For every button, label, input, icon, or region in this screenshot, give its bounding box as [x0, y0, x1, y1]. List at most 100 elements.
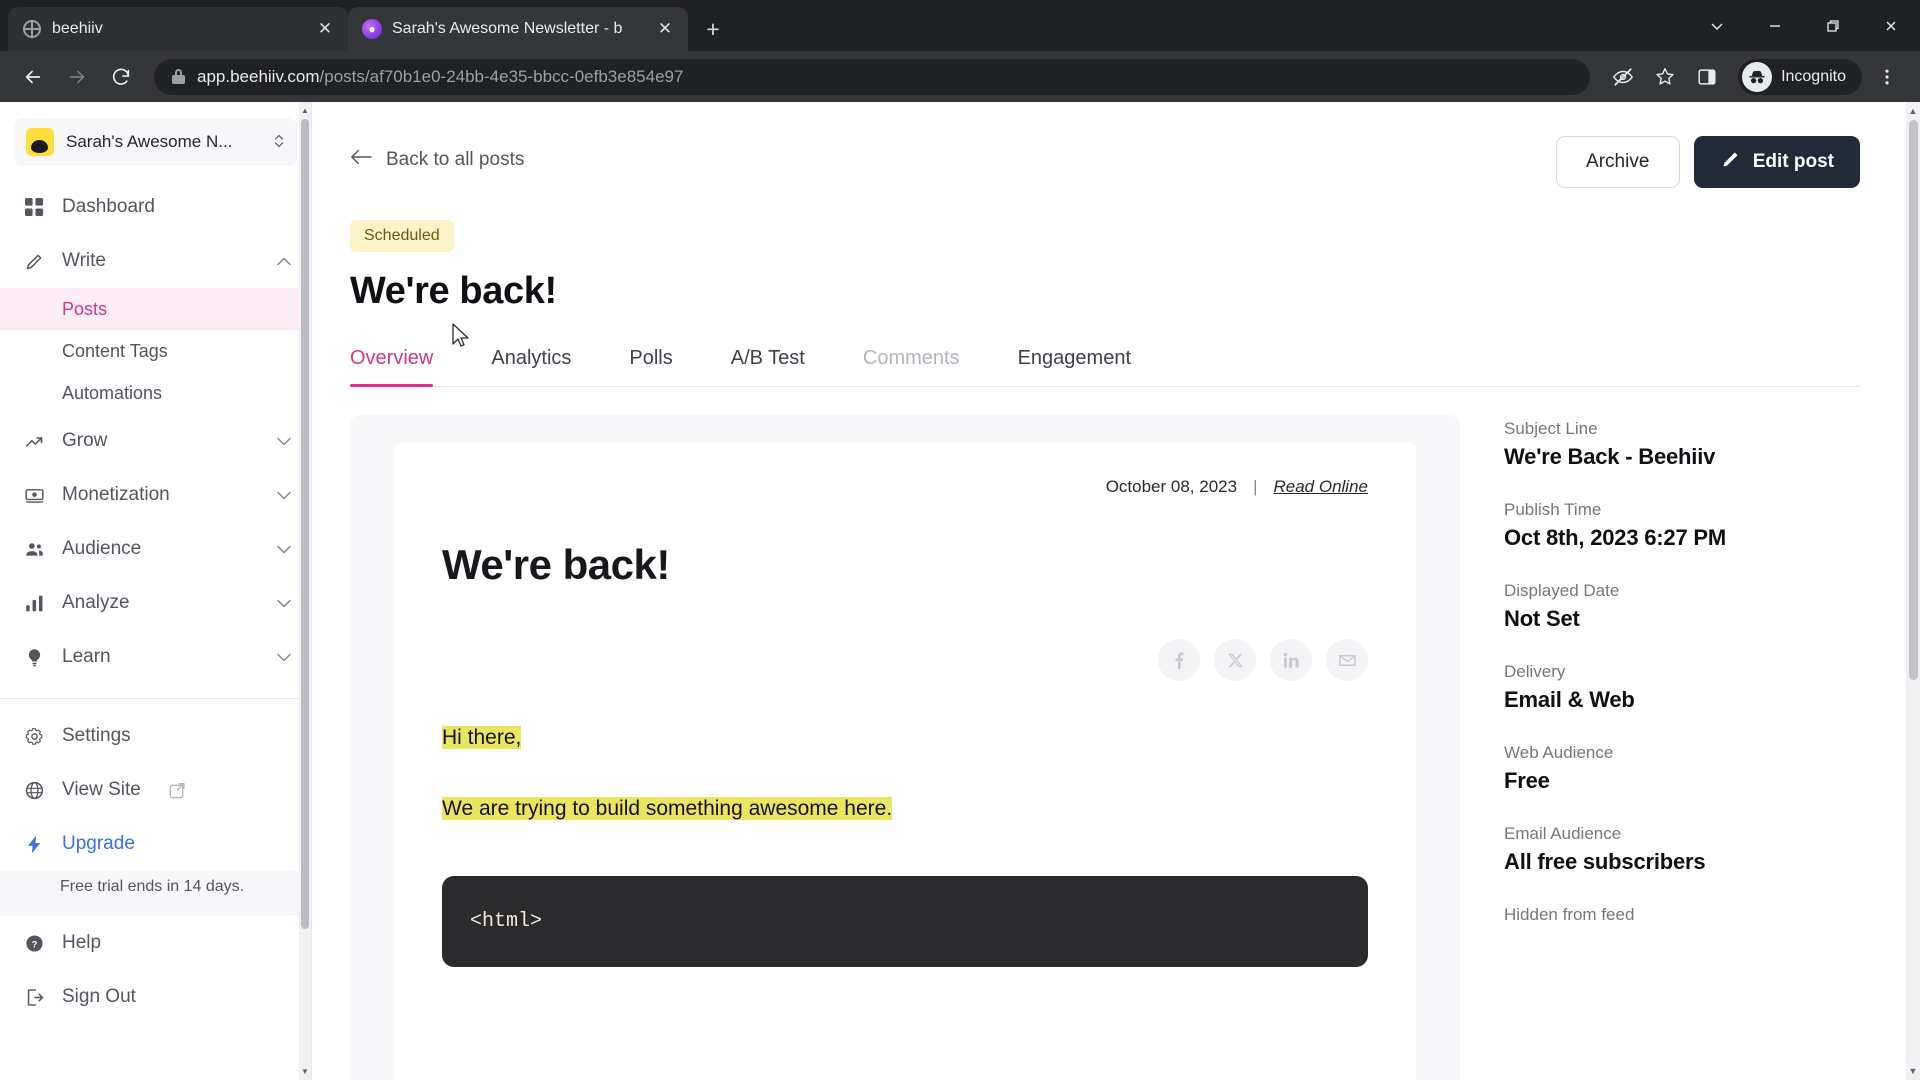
incognito-profile-button[interactable]: Incognito: [1738, 58, 1862, 95]
meta-value: We're Back - Beehiiv: [1504, 444, 1716, 469]
email-icon[interactable]: [1326, 639, 1368, 681]
toolbar-icons: [1604, 58, 1726, 96]
close-icon[interactable]: [1862, 0, 1920, 51]
chevron-down-icon[interactable]: [1688, 0, 1746, 51]
people-icon: [22, 539, 46, 560]
sidebar-item-settings[interactable]: Settings: [0, 709, 311, 763]
status-badge: Scheduled: [350, 220, 454, 252]
meta-field-subject-line: Subject Line We're Back - Beehiiv: [1504, 419, 1860, 470]
meta-label: Email Audience: [1504, 824, 1622, 843]
meta-label: Hidden from feed: [1504, 905, 1635, 924]
sidebar-item-label: Settings: [62, 725, 131, 746]
chevron-down-icon: [277, 596, 291, 611]
meta-field-delivery: Delivery Email & Web: [1504, 662, 1860, 713]
meta-label: Web Audience: [1504, 743, 1614, 762]
eye-slash-icon[interactable]: [1604, 58, 1642, 96]
primary-nav: Dashboard Write Posts Content Tags Autom…: [0, 176, 311, 1024]
back-link-label: Back to all posts: [386, 149, 525, 170]
archive-button[interactable]: Archive: [1555, 136, 1680, 188]
new-tab-button[interactable]: +: [696, 12, 730, 46]
main-panel: Back to all posts Archive Edit post Sche…: [312, 102, 1920, 1080]
sidebar-item-posts[interactable]: Posts: [0, 288, 311, 330]
meta-value: Email & Web: [1504, 687, 1635, 712]
browser-tab-2[interactable]: ● Sarah's Awesome Newsletter - b ✕: [348, 7, 688, 51]
browser-tab-1[interactable]: beehiiv ✕: [8, 7, 348, 51]
edit-post-button[interactable]: Edit post: [1693, 136, 1860, 188]
sidebar-scrollbar[interactable]: ▲ ▼: [299, 102, 311, 1080]
facebook-icon[interactable]: [1158, 639, 1200, 681]
read-online-link[interactable]: Read Online: [1273, 477, 1368, 497]
preview-headline: We're back!: [442, 541, 670, 588]
sidebar-item-view-site[interactable]: View Site: [0, 763, 311, 817]
close-icon[interactable]: ✕: [314, 18, 336, 40]
sidebar-item-label: Help: [62, 932, 102, 954]
preview-separator: |: [1253, 477, 1258, 496]
preview-date: October 08, 2023: [1105, 477, 1238, 496]
linkedin-icon[interactable]: [1270, 639, 1312, 681]
sidebar-item-monetization[interactable]: Monetization: [0, 468, 311, 522]
sidebar-item-analyze[interactable]: Analyze: [0, 576, 311, 630]
sidebar-item-sign-out[interactable]: Sign Out: [0, 970, 311, 1024]
sidebar-item-label: Write: [62, 250, 106, 271]
tab-polls[interactable]: Polls: [629, 347, 672, 386]
window-controls: [1688, 0, 1920, 51]
sidebar-item-automations[interactable]: Automations: [0, 372, 311, 414]
tab-title: beehiiv: [52, 20, 103, 37]
workspace-switcher[interactable]: Sarah's Awesome N...: [14, 118, 297, 166]
preview-header: October 08, 2023 | Read Online: [442, 477, 1368, 497]
side-panel-icon[interactable]: [1688, 58, 1726, 96]
preview-body-line: We are trying to build something awesome…: [442, 794, 1368, 823]
bar-chart-icon: [22, 593, 46, 614]
post-tabs: Overview Analytics Polls A/B Test Commen…: [350, 347, 1860, 387]
sidebar-item-write[interactable]: Write: [0, 234, 311, 288]
back-button[interactable]: [14, 58, 52, 96]
workspace-name: Sarah's Awesome N...: [66, 132, 233, 151]
beehiiv-bee-logo: [26, 128, 54, 156]
meta-field-publish-time: Publish Time Oct 8th, 2023 6:27 PM: [1504, 500, 1860, 551]
back-to-all-posts-link[interactable]: Back to all posts: [350, 136, 524, 172]
three-dot-menu-icon[interactable]: [1868, 58, 1906, 96]
sidebar-item-label: View Site: [62, 779, 141, 800]
tab-analytics[interactable]: Analytics: [491, 347, 571, 386]
trending-up-icon: [22, 431, 46, 452]
beehiiv-icon: ●: [362, 19, 382, 39]
sidebar-item-audience[interactable]: Audience: [0, 522, 311, 576]
sidebar-scroll-thumb[interactable]: [301, 119, 309, 929]
scroll-up-arrow-icon[interactable]: ▲: [299, 102, 311, 119]
sidebar-item-learn[interactable]: Learn: [0, 630, 311, 684]
tab-overview[interactable]: Overview: [350, 347, 434, 387]
forward-button[interactable]: [58, 58, 96, 96]
page-scrollbar[interactable]: ▲ ▼: [1906, 102, 1920, 1080]
meta-label: Displayed Date: [1504, 581, 1620, 600]
highlighted-text: Hi there,: [442, 726, 522, 749]
edit-post-label: Edit post: [1752, 151, 1834, 172]
sidebar-subitem-label: Automations: [62, 382, 163, 403]
svg-text:?: ?: [31, 939, 37, 950]
sidebar-item-upgrade[interactable]: Upgrade: [0, 817, 311, 871]
sidebar-item-help[interactable]: ? Help: [0, 916, 311, 970]
tab-ab-test[interactable]: A/B Test: [731, 347, 805, 386]
meta-label: Delivery: [1504, 662, 1566, 681]
close-icon[interactable]: ✕: [654, 18, 676, 40]
sidebar-item-content-tags[interactable]: Content Tags: [0, 330, 311, 372]
meta-field-web-audience: Web Audience Free: [1504, 743, 1860, 794]
scroll-down-arrow-icon[interactable]: ▼: [1906, 1062, 1920, 1080]
x-twitter-icon[interactable]: [1214, 639, 1256, 681]
sidebar-item-label: Grow: [62, 430, 108, 451]
sidebar-item-grow[interactable]: Grow: [0, 414, 311, 468]
tab-engagement[interactable]: Engagement: [1018, 347, 1131, 386]
scroll-down-arrow-icon[interactable]: ▼: [299, 1063, 311, 1080]
address-bar[interactable]: app.beehiiv.com/posts/af70b1e0-24bb-4e35…: [154, 58, 1591, 95]
bookmark-star-icon[interactable]: [1646, 58, 1684, 96]
gear-icon: [22, 726, 46, 747]
meta-field-displayed-date: Displayed Date Not Set: [1504, 581, 1860, 632]
scroll-up-arrow-icon[interactable]: ▲: [1906, 102, 1920, 120]
minimize-icon[interactable]: [1746, 0, 1804, 51]
chevron-updown-icon: [273, 132, 285, 152]
page-title: We're back!: [350, 270, 557, 312]
reload-button[interactable]: [102, 58, 140, 96]
restore-icon[interactable]: [1804, 0, 1862, 51]
browser-window: beehiiv ✕ ● Sarah's Awesome Newsletter -…: [0, 0, 1920, 1080]
sidebar-item-dashboard[interactable]: Dashboard: [0, 180, 311, 234]
page-scroll-thumb[interactable]: [1908, 120, 1918, 680]
